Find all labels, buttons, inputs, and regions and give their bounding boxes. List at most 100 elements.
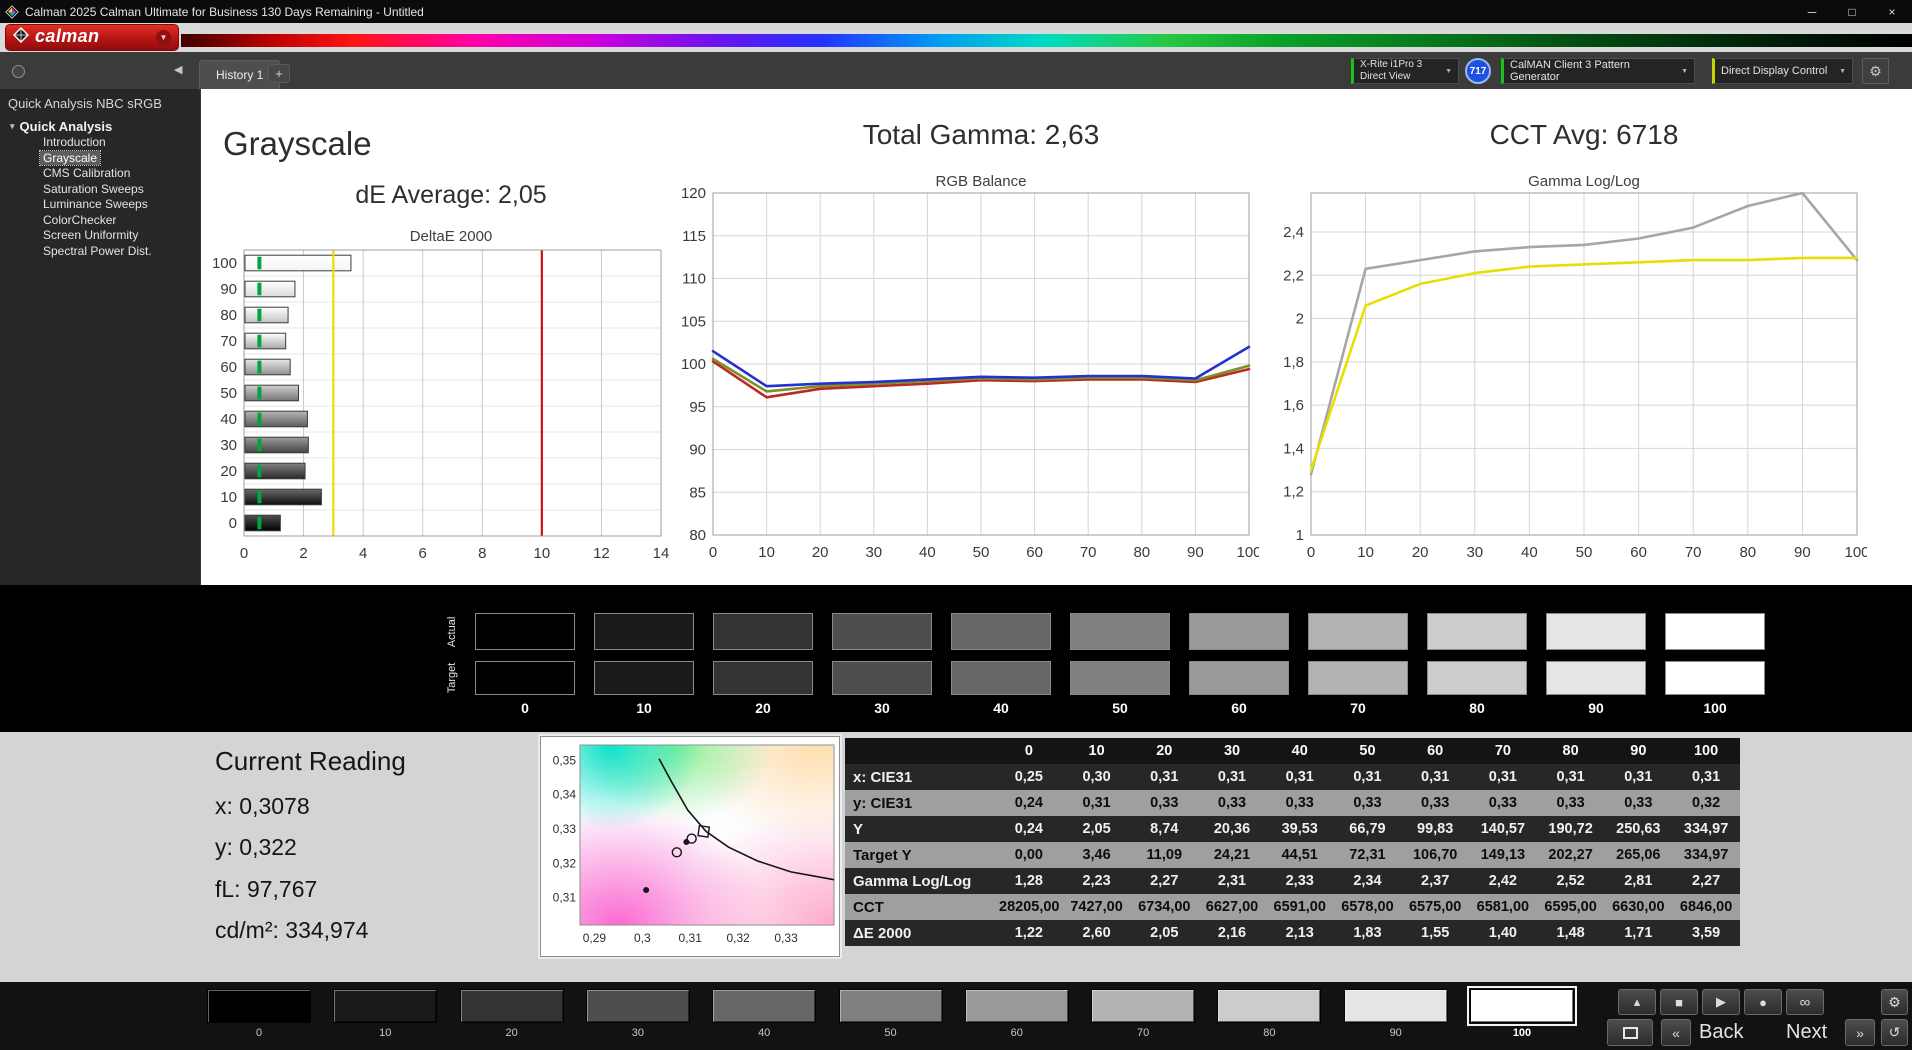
table-cell: 6578,00 xyxy=(1334,894,1402,920)
refresh-button[interactable]: ↺ xyxy=(1881,1019,1908,1046)
sidebar-item-spectral-power-dist-[interactable]: Spectral Power Dist. xyxy=(40,244,155,259)
table-cell: 1,40 xyxy=(1469,920,1537,946)
table-cell: 66,79 xyxy=(1334,816,1402,842)
pattern-level-30[interactable]: 30 xyxy=(586,989,690,1039)
sidebar-item-cms-calibration[interactable]: CMS Calibration xyxy=(40,166,133,181)
pattern-level-50[interactable]: 50 xyxy=(839,989,943,1039)
maximize-button[interactable]: □ xyxy=(1832,0,1872,23)
continuous-measure-button[interactable]: ∞ xyxy=(1786,989,1824,1015)
svg-text:90: 90 xyxy=(220,281,237,298)
table-cell: 2,23 xyxy=(1063,868,1131,894)
pattern-swatch-0[interactable] xyxy=(207,989,311,1023)
pattern-level-20[interactable]: 20 xyxy=(460,989,564,1039)
table-cell: 0,32 xyxy=(1672,790,1740,816)
pattern-generator-label: CalMAN Client 3 Pattern Generator xyxy=(1510,59,1675,83)
pattern-level-label-100: 100 xyxy=(1470,1027,1574,1039)
table-cell: 0,31 xyxy=(1063,790,1131,816)
pattern-swatch-100[interactable] xyxy=(1470,989,1574,1023)
logo-dropdown-icon[interactable]: ▼ xyxy=(156,30,171,45)
next-button[interactable]: Next xyxy=(1786,1021,1827,1044)
sidebar-item-introduction[interactable]: Introduction xyxy=(40,135,109,150)
target-patch-10 xyxy=(594,661,694,695)
pattern-level-80[interactable]: 80 xyxy=(1217,989,1321,1039)
pattern-level-90[interactable]: 90 xyxy=(1344,989,1448,1039)
svg-text:110: 110 xyxy=(682,271,706,288)
pattern-level-label-10: 10 xyxy=(333,1027,437,1039)
svg-text:30: 30 xyxy=(220,437,237,454)
rgb-balance-chart: 0102030405060708090100808590951001051101… xyxy=(669,185,1259,565)
svg-text:70: 70 xyxy=(220,333,237,350)
pattern-level-70[interactable]: 70 xyxy=(1091,989,1195,1039)
pattern-swatch-70[interactable] xyxy=(1091,989,1195,1023)
svg-text:1,6: 1,6 xyxy=(1283,397,1304,414)
pattern-level-label-30: 30 xyxy=(586,1027,690,1039)
pattern-control-bar: 0 10 20 30 40 50 60 70 80 90 100 ▴ ■ ▶ ● ∞ ⚙ « Bac… xyxy=(0,982,1912,1050)
pattern-generator-dropdown[interactable]: CalMAN Client 3 Pattern Generator ▼ xyxy=(1501,58,1695,84)
svg-text:70: 70 xyxy=(1685,544,1702,561)
pattern-level-100[interactable]: 100 xyxy=(1470,989,1574,1039)
sidebar-item-grayscale[interactable]: Grayscale xyxy=(40,151,100,166)
play-button[interactable]: ▶ xyxy=(1702,989,1740,1015)
record-button[interactable]: ● xyxy=(1744,989,1782,1015)
svg-text:100: 100 xyxy=(1844,544,1867,561)
meter-status-badge[interactable]: 717 xyxy=(1465,58,1491,84)
pattern-level-40[interactable]: 40 xyxy=(712,989,816,1039)
workspace-menu-button[interactable] xyxy=(12,65,25,78)
pattern-swatch-90[interactable] xyxy=(1344,989,1448,1023)
pattern-level-label-40: 40 xyxy=(712,1027,816,1039)
next-step-button[interactable]: » xyxy=(1845,1019,1875,1046)
pattern-level-0[interactable]: 0 xyxy=(207,989,311,1039)
grayscale-patch-panel: ActualTarget0102030405060708090100 xyxy=(0,585,1912,732)
back-step-button[interactable]: « xyxy=(1661,1019,1691,1046)
sidebar-root-quick-analysis[interactable]: ▾ Quick Analysis xyxy=(0,119,200,134)
close-button[interactable]: × xyxy=(1872,0,1912,23)
settings-button[interactable]: ⚙ xyxy=(1862,58,1889,84)
calman-logo-button[interactable]: calman ▼ xyxy=(5,24,179,51)
table-cell: 0,33 xyxy=(1537,790,1605,816)
table-cell: 0,31 xyxy=(1672,764,1740,790)
sidebar-item-saturation-sweeps[interactable]: Saturation Sweeps xyxy=(40,182,147,197)
pattern-window-button[interactable] xyxy=(1607,1019,1653,1046)
table-column-30: 30 xyxy=(1198,738,1266,764)
table-row-y: Y0,242,058,7420,3639,5366,7999,83140,571… xyxy=(845,816,1740,842)
patch-level-label-80: 80 xyxy=(1427,700,1527,716)
table-cell: 1,28 xyxy=(995,868,1063,894)
pattern-level-10[interactable]: 10 xyxy=(333,989,437,1039)
sidebar: Quick Analysis NBC sRGB ▾ Quick Analysis… xyxy=(0,89,201,585)
pattern-level-label-60: 60 xyxy=(965,1027,1069,1039)
total-gamma-label: Total Gamma: 2,63 xyxy=(713,119,1249,151)
collapse-panel-button[interactable]: ▴ xyxy=(1618,989,1656,1015)
table-cell: 0,31 xyxy=(1604,764,1672,790)
sidebar-item-screen-uniformity[interactable]: Screen Uniformity xyxy=(40,228,141,243)
svg-text:4: 4 xyxy=(359,545,367,562)
pattern-swatch-60[interactable] xyxy=(965,989,1069,1023)
sidebar-collapse-icon[interactable]: ◀ xyxy=(174,63,182,76)
sidebar-item-colorchecker[interactable]: ColorChecker xyxy=(40,213,119,228)
minimize-button[interactable]: ─ xyxy=(1792,0,1832,23)
stop-button[interactable]: ■ xyxy=(1660,989,1698,1015)
svg-text:8: 8 xyxy=(478,545,486,562)
target-patch-30 xyxy=(832,661,932,695)
svg-text:0: 0 xyxy=(709,544,717,561)
pattern-settings-button[interactable]: ⚙ xyxy=(1881,989,1908,1015)
add-tab-button[interactable]: + xyxy=(268,64,290,83)
table-cell: 0,31 xyxy=(1537,764,1605,790)
meter-dropdown[interactable]: X-Rite i1Pro 3 Direct View ▼ xyxy=(1351,58,1459,84)
pattern-swatch-30[interactable] xyxy=(586,989,690,1023)
pattern-swatch-80[interactable] xyxy=(1217,989,1321,1023)
svg-text:40: 40 xyxy=(1521,544,1538,561)
back-button[interactable]: Back xyxy=(1699,1021,1743,1044)
pattern-level-60[interactable]: 60 xyxy=(965,989,1069,1039)
table-column-50: 50 xyxy=(1334,738,1402,764)
pattern-swatch-50[interactable] xyxy=(839,989,943,1023)
pattern-swatch-40[interactable] xyxy=(712,989,816,1023)
table-column-40: 40 xyxy=(1266,738,1334,764)
patch-level-label-70: 70 xyxy=(1308,700,1408,716)
patch-level-label-20: 20 xyxy=(713,700,813,716)
sidebar-item-luminance-sweeps[interactable]: Luminance Sweeps xyxy=(40,197,151,212)
pattern-swatch-10[interactable] xyxy=(333,989,437,1023)
svg-text:30: 30 xyxy=(1466,544,1483,561)
pattern-swatch-20[interactable] xyxy=(460,989,564,1023)
display-control-dropdown[interactable]: Direct Display Control ▼ xyxy=(1712,58,1853,84)
tree-expander-icon[interactable]: ▾ xyxy=(10,121,15,132)
